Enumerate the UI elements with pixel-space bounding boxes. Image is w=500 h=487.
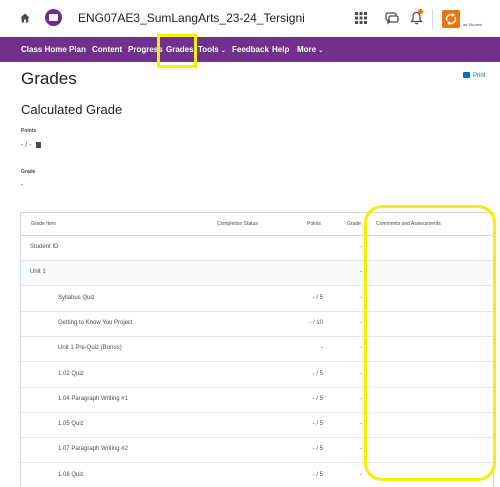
grade-item-name: Unit 1 Pre-Quiz (Bonus) <box>58 345 122 352</box>
grade-item-grade: - <box>360 345 362 352</box>
nav-plan[interactable]: Plan <box>69 37 86 62</box>
grade-item-name: Getting to Know You Project <box>58 319 133 326</box>
grade-value: - <box>21 182 24 189</box>
grade-item-grade: - <box>360 370 362 377</box>
course-navbar: Class Home Plan Content Progress Grades … <box>0 37 500 62</box>
course-title[interactable]: ENG07AE3_SumLangArts_23-24_Tersigni <box>78 11 305 25</box>
calculator-icon[interactable] <box>35 142 41 148</box>
grade-item-name: 1.02 Quiz <box>58 370 84 377</box>
header-grade: Grade <box>347 221 361 227</box>
comments-column-highlight <box>364 205 496 481</box>
course-selector-grid-icon[interactable] <box>355 12 367 24</box>
nav-help[interactable]: Help <box>272 37 289 62</box>
header-divider <box>432 9 433 29</box>
points-value: - / - <box>21 142 41 149</box>
grade-item-points: - / 10 <box>309 319 323 326</box>
grade-item-points: - / 5 <box>312 471 323 478</box>
grade-item-grade: - <box>360 446 362 453</box>
page-title: Grades <box>21 69 77 88</box>
grade-item-name: Syllabus Quiz <box>58 294 95 301</box>
print-link[interactable]: Print <box>463 72 485 79</box>
printer-icon <box>463 72 470 78</box>
grade-item-grade: - <box>360 395 362 402</box>
grade-item-points: - / 5 <box>312 370 323 377</box>
nav-feedback[interactable]: Feedback <box>232 37 269 62</box>
course-logo[interactable] <box>45 9 62 26</box>
user-role-switch-icon[interactable] <box>442 10 460 28</box>
grade-item-grade: - <box>360 421 362 428</box>
points-label: Points <box>21 128 37 134</box>
calculated-grade-heading: Calculated Grade <box>21 102 123 117</box>
message-alerts-icon[interactable] <box>385 11 399 25</box>
grade-item-name: 1.05 Quiz <box>58 421 84 428</box>
grades-tab-highlight <box>157 34 197 68</box>
grade-item-name: 1.08 Quiz <box>58 471 84 478</box>
grade-item-name: 1.04 Paragraph Writing #1 <box>58 395 128 402</box>
grade-item-name: Unit 1 <box>30 269 46 276</box>
notification-badge <box>418 9 423 14</box>
home-icon[interactable] <box>20 13 30 23</box>
grade-item-name: 1.07 Paragraph Writing #2 <box>58 446 128 453</box>
nav-tools[interactable]: Tools ⌄ <box>198 37 226 62</box>
header-points: Points <box>307 221 321 227</box>
grade-item-points: - / 5 <box>312 294 323 301</box>
role-label: as Student <box>463 22 483 27</box>
grade-item-points: - / 5 <box>312 395 323 402</box>
grade-item-grade: - <box>360 319 362 326</box>
chevron-down-icon: ⌄ <box>318 48 324 54</box>
top-bar: ENG07AE3_SumLangArts_23-24_Tersigni as S… <box>0 0 500 37</box>
grade-item-grade: - <box>360 244 362 250</box>
grade-item-grade: - <box>360 294 362 301</box>
header-completion-status: Completion Status <box>217 221 258 227</box>
nav-class-home[interactable]: Class Home <box>21 37 67 62</box>
grade-item-name: Student ID <box>30 244 59 250</box>
header-grade-item: Grade Item <box>31 221 57 227</box>
chevron-down-icon: ⌄ <box>220 48 226 54</box>
grade-item-points: - / 5 <box>312 446 323 453</box>
nav-content[interactable]: Content <box>92 37 122 62</box>
grade-item-grade: - <box>360 471 362 478</box>
grade-item-grade: - <box>360 269 362 276</box>
grade-item-points: - / 5 <box>312 421 323 428</box>
grade-label: Grade <box>21 169 36 175</box>
grade-item-points: - <box>321 345 323 352</box>
nav-more[interactable]: More ⌄ <box>297 37 323 62</box>
